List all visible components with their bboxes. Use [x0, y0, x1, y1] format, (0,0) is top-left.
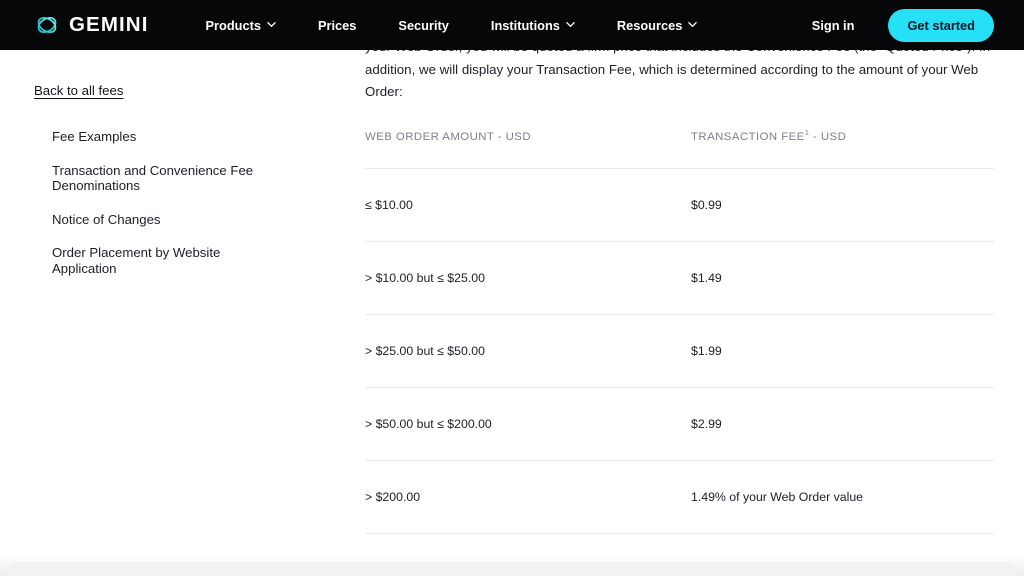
sign-in-link[interactable]: Sign in [794, 12, 873, 39]
sidebar-item-fee-examples[interactable]: Fee Examples [52, 129, 282, 145]
nav-item-resources[interactable]: Resources [596, 12, 718, 39]
sidebar-toc-list: Fee Examples Transaction and Convenience… [34, 129, 340, 277]
sidebar-item-notice-of-changes[interactable]: Notice of Changes [52, 212, 282, 228]
table-row: > $10.00 but ≤ $25.00 $1.49 [365, 241, 994, 315]
article-main: your Web Order, you will be quoted a fir… [365, 0, 994, 534]
page-content-surface: Back to all fees Fee Examples Transactio… [0, 0, 1024, 560]
column-header-transaction-fee-label: TRANSACTION FEE [691, 130, 805, 143]
cell-web-order-amount: > $200.00 [365, 460, 691, 534]
chevron-down-icon [566, 20, 575, 29]
nav-item-prices[interactable]: Prices [297, 12, 377, 39]
column-header-web-order-amount: WEB ORDER AMOUNT - USD [365, 130, 691, 169]
cell-web-order-amount: > $10.00 but ≤ $25.00 [365, 241, 691, 315]
nav-item-products[interactable]: Products [185, 12, 297, 39]
cell-transaction-fee: $2.99 [691, 387, 994, 461]
sidebar-item-order-placement-by-website-application[interactable]: Order Placement by Website Application [52, 245, 282, 276]
sidebar-item-transaction-and-convenience-fee-denominations[interactable]: Transaction and Convenience Fee Denomina… [52, 163, 282, 194]
brand-home-link[interactable]: GEMINI [34, 12, 149, 38]
cell-transaction-fee: $1.49 [691, 241, 994, 315]
nav-item-institutions[interactable]: Institutions [470, 12, 596, 39]
gemini-logo-icon [34, 12, 60, 38]
primary-nav-links: Products Prices Security Institutions Re… [185, 12, 719, 39]
transaction-fee-table: WEB ORDER AMOUNT - USD TRANSACTION FEE1 … [365, 129, 994, 534]
nav-item-security[interactable]: Security [377, 12, 470, 39]
sidebar-nav: Back to all fees Fee Examples Transactio… [0, 50, 340, 295]
nav-item-prices-label: Prices [317, 17, 357, 33]
top-navigation-bar: GEMINI Products Prices Security Institut… [0, 0, 1024, 50]
nav-item-products-label: Products [205, 17, 261, 33]
cell-transaction-fee: $1.99 [691, 314, 994, 388]
column-header-transaction-fee-suffix: - USD [809, 130, 847, 143]
table-header-row: WEB ORDER AMOUNT - USD TRANSACTION FEE1 … [365, 129, 994, 169]
cell-web-order-amount: > $25.00 but ≤ $50.00 [365, 314, 691, 388]
chevron-down-icon [267, 20, 276, 29]
chevron-down-icon [688, 20, 698, 29]
table-row: > $25.00 but ≤ $50.00 $1.99 [365, 314, 994, 388]
browser-page: Back to all fees Fee Examples Transactio… [0, 0, 1024, 576]
page-bottom-card-edge [8, 562, 1016, 576]
nav-item-resources-label: Resources [616, 17, 683, 33]
nav-item-security-label: Security [398, 17, 449, 33]
back-to-all-fees-link[interactable]: Back to all fees [34, 83, 123, 98]
cell-web-order-amount: > $50.00 but ≤ $200.00 [365, 387, 691, 461]
table-row: ≤ $10.00 $0.99 [365, 168, 994, 242]
cell-transaction-fee: $0.99 [691, 168, 994, 242]
cell-web-order-amount: ≤ $10.00 [365, 168, 691, 242]
nav-item-institutions-label: Institutions [490, 17, 560, 33]
nav-actions: Sign in Get started [794, 8, 994, 42]
table-body: ≤ $10.00 $0.99 > $10.00 but ≤ $25.00 $1.… [365, 168, 994, 534]
brand-wordmark: GEMINI [69, 12, 149, 36]
cell-transaction-fee: 1.49% of your Web Order value [691, 460, 994, 534]
column-header-transaction-fee: TRANSACTION FEE1 - USD [691, 129, 994, 169]
get-started-button[interactable]: Get started [888, 8, 994, 42]
table-row: > $200.00 1.49% of your Web Order value [365, 460, 994, 534]
column-header-web-order-amount-label: WEB ORDER AMOUNT - USD [365, 130, 532, 143]
table-row: > $50.00 but ≤ $200.00 $2.99 [365, 387, 994, 461]
